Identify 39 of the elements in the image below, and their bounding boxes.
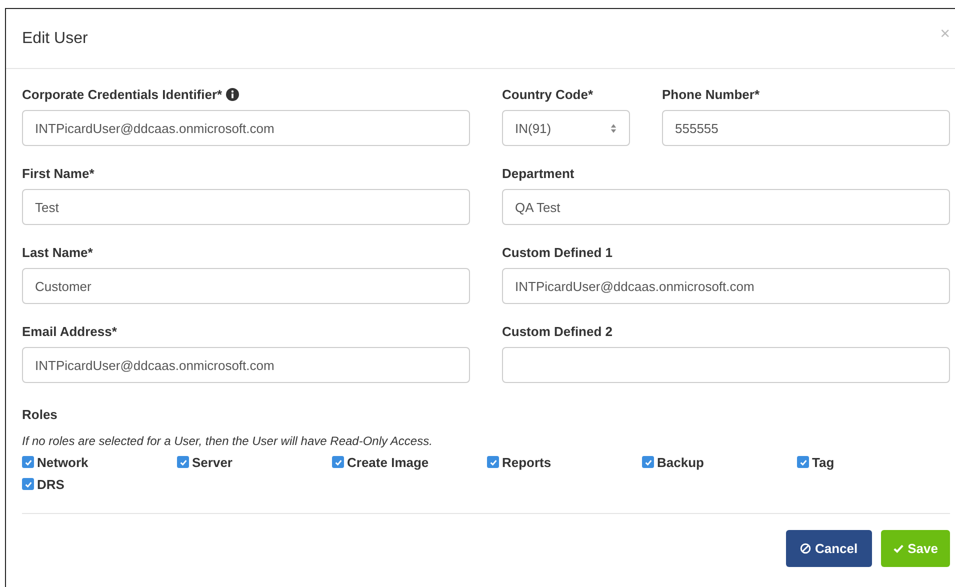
- field-label: Custom Defined 2: [502, 324, 613, 339]
- field-label: First Name*: [22, 166, 94, 181]
- field-label: Email Address*: [22, 324, 117, 339]
- field-label: Custom Defined 1: [502, 245, 613, 260]
- cancel-button[interactable]: Cancel: [786, 530, 872, 567]
- checkbox[interactable]: [22, 478, 34, 490]
- checkbox[interactable]: [797, 456, 809, 468]
- checkbox[interactable]: [642, 456, 654, 468]
- country-code-select[interactable]: IN(91): [502, 110, 630, 146]
- checkbox[interactable]: [487, 456, 499, 468]
- input-field[interactable]: Test: [22, 189, 470, 225]
- role-label: Server: [192, 454, 232, 470]
- input-field[interactable]: [502, 347, 950, 383]
- dialog-title: Edit User: [22, 30, 88, 48]
- check-icon: [892, 543, 904, 554]
- input-field[interactable]: INTPicardUser@ddcaas.onmicrosoft.com: [22, 110, 470, 146]
- field-label: Corporate Credentials Identifier*: [22, 87, 222, 102]
- sort-arrows-icon: [610, 122, 617, 134]
- field-label: Phone Number*: [662, 87, 760, 102]
- input-field[interactable]: INTPicardUser@ddcaas.onmicrosoft.com: [22, 347, 470, 383]
- cancel-icon: [800, 543, 811, 554]
- input-field[interactable]: 555555: [662, 110, 950, 146]
- checkbox[interactable]: [332, 456, 344, 468]
- role-label: Create Image: [347, 454, 429, 470]
- roles-note: If no roles are selected for a User, then the User will have Read-Only Access.: [22, 434, 434, 448]
- role-label: Backup: [657, 454, 704, 470]
- field-label: Country Code*: [502, 87, 593, 102]
- checkbox[interactable]: [177, 456, 189, 468]
- role-label: DRS: [37, 476, 64, 492]
- field-label: Last Name*: [22, 245, 93, 260]
- role-label: Tag: [812, 454, 834, 470]
- role-label: Reports: [502, 454, 552, 470]
- role-label: Network: [37, 454, 88, 470]
- input-field[interactable]: QA Test: [502, 189, 950, 225]
- input-field[interactable]: INTPicardUser@ddcaas.onmicrosoft.com: [502, 268, 950, 304]
- input-field[interactable]: Customer: [22, 268, 470, 304]
- checkbox[interactable]: [22, 456, 34, 468]
- roles-heading: Roles: [22, 407, 58, 422]
- field-label: Department: [502, 166, 574, 181]
